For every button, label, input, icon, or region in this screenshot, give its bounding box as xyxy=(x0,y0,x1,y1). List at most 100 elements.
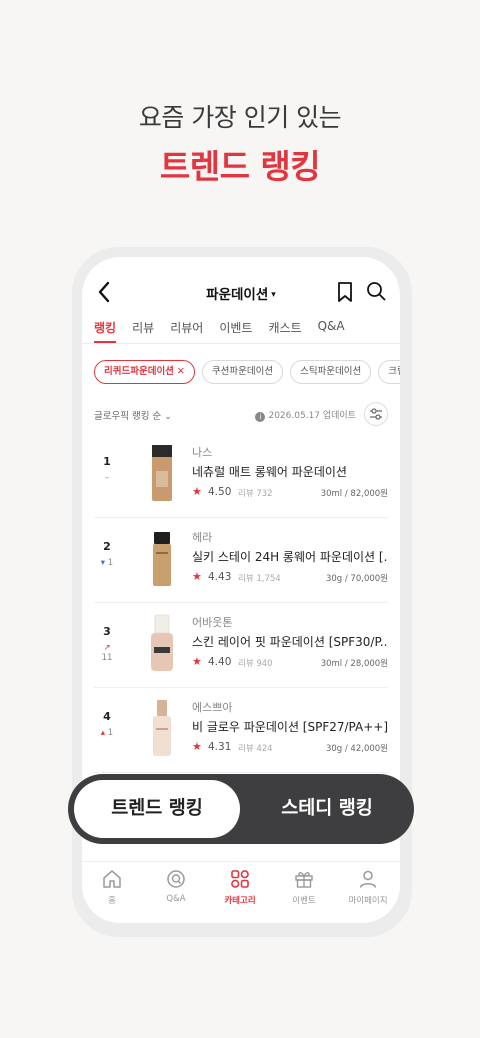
product-meta: ★ 4.50 리뷰 732 30ml / 82,000원 xyxy=(192,485,388,499)
person-icon xyxy=(359,870,377,888)
nav-mypage[interactable]: 마이페이지 xyxy=(338,868,398,906)
rank-number: 4 xyxy=(103,710,111,723)
rank-number: 2 xyxy=(103,540,111,553)
chip-stick-foundation[interactable]: 스틱파운데이션 xyxy=(290,360,372,384)
product-meta: ★ 4.31 리뷰 424 30g / 42,000원 xyxy=(192,740,388,754)
ranking-list: 1 – 나스 네츄럴 매트 롱웨어 파운데이션 ★ 4.50 리뷰 732 30… xyxy=(94,433,388,773)
rank-change-value: – xyxy=(104,473,110,483)
star-icon: ★ xyxy=(192,570,202,583)
filter-chips: 리퀴드파운데이션✕ 쿠션파운데이션 스틱파운데이션 크림 xyxy=(94,360,400,384)
nav-label: 마이페이지 xyxy=(348,896,388,906)
product-brand: 어바웃톤 xyxy=(192,616,233,629)
product-image[interactable] xyxy=(134,528,190,588)
product-rating: 4.43 xyxy=(208,571,232,583)
close-icon[interactable]: ✕ xyxy=(177,366,185,377)
filter-settings-button[interactable] xyxy=(364,402,388,426)
bookmark-icon[interactable] xyxy=(336,281,354,303)
rank-number: 1 xyxy=(103,455,111,468)
promo-title: 트렌드 랭킹 xyxy=(159,147,321,186)
nav-label: 카테고리 xyxy=(224,896,256,906)
sort-bar: 글로우픽 랭킹 순 ⌄ i 2026.05.17 업데이트 xyxy=(94,402,388,426)
star-icon: ★ xyxy=(192,740,202,753)
tab-qa[interactable]: Q&A xyxy=(318,319,345,343)
tab-bar: 랭킹 리뷰 리뷰어 이벤트 캐스트 Q&A xyxy=(94,319,361,343)
review-count: 리뷰 424 xyxy=(238,744,273,754)
rank-change: ▾ 1 xyxy=(96,558,118,568)
product-rating: 4.31 xyxy=(208,741,232,753)
home-icon xyxy=(103,870,121,888)
chevron-down-icon: ▾ xyxy=(271,290,276,300)
product-meta: ★ 4.40 리뷰 940 30ml / 28,000원 xyxy=(192,655,388,669)
product-brand: 헤라 xyxy=(192,531,213,544)
star-icon: ★ xyxy=(192,655,202,668)
gift-icon xyxy=(295,872,313,888)
rank-change: – xyxy=(96,473,118,483)
product-price: 30ml / 82,000원 xyxy=(320,489,388,499)
nav-label: 홈 xyxy=(108,896,116,906)
chip-liquid-foundation[interactable]: 리퀴드파운데이션 ✕ xyxy=(94,360,195,384)
page-title-text: 파운데이션 xyxy=(206,287,269,303)
product-brand: 에스쁘아 xyxy=(192,701,233,714)
search-icon[interactable] xyxy=(366,281,386,301)
category-icon xyxy=(231,870,249,888)
qa-icon xyxy=(167,870,185,888)
rank-change-value: 1 xyxy=(107,558,114,568)
nav-category[interactable]: 카테고리 xyxy=(210,868,270,906)
product-item[interactable]: 3 ↗ 11 어바웃톤 스킨 레이어 핏 파운데이션 [SPF30/P... ★ … xyxy=(94,603,388,688)
sort-label: 글로우픽 랭킹 순 xyxy=(94,411,162,422)
product-name: 실키 스테이 24H 롱웨어 파운데이션 [... xyxy=(192,550,388,564)
product-price: 30g / 42,000원 xyxy=(325,744,388,754)
steady-ranking-button[interactable]: 스테디 랭킹 xyxy=(240,774,414,844)
nav-event[interactable]: 이벤트 xyxy=(274,868,334,906)
ranking-toggle: 트렌드 랭킹 스테디 랭킹 xyxy=(68,774,414,844)
chevron-down-icon: ⌄ xyxy=(164,412,172,422)
product-item[interactable]: 4 ▴ 1 에스쁘아 비 글로우 파운데이션 [SPF27/PA++] ★ 4.… xyxy=(94,688,388,773)
star-icon: ★ xyxy=(192,485,202,498)
sort-dropdown[interactable]: 글로우픽 랭킹 순 ⌄ xyxy=(94,408,172,422)
product-name: 스킨 레이어 핏 파운데이션 [SPF30/P... xyxy=(192,635,388,649)
tab-divider xyxy=(82,343,400,344)
chip-cushion-foundation[interactable]: 쿠션파운데이션 xyxy=(201,360,284,384)
rank-change-value: 11 xyxy=(101,653,113,663)
product-image[interactable] xyxy=(134,698,190,758)
product-brand: 나스 xyxy=(192,446,213,459)
tab-review[interactable]: 리뷰 xyxy=(132,319,154,343)
info-icon: i xyxy=(255,412,266,422)
product-image[interactable] xyxy=(134,613,190,673)
update-date: 2026.05.17 업데이트 xyxy=(268,411,356,421)
nav-qa[interactable]: Q&A xyxy=(146,868,206,904)
top-bar: 파운데이션 ▾ xyxy=(82,277,400,307)
rank-up-icon: ▴ xyxy=(100,728,106,738)
rank-number: 3 xyxy=(103,625,111,638)
product-item[interactable]: 2 ▾ 1 헤라 실키 스테이 24H 롱웨어 파운데이션 [... ★ 4.4… xyxy=(94,518,388,603)
promo-subtitle: 요즘 가장 인기 있는 xyxy=(138,103,342,132)
nav-label: Q&A xyxy=(166,894,186,904)
product-meta: ★ 4.43 리뷰 1,754 30g / 70,000원 xyxy=(192,570,388,584)
tab-event[interactable]: 이벤트 xyxy=(219,319,252,343)
tab-reviewer[interactable]: 리뷰어 xyxy=(170,319,203,343)
rank-change: ▴ 1 xyxy=(96,728,118,738)
chip-cream[interactable]: 크림 xyxy=(378,360,400,384)
product-name: 비 글로우 파운데이션 [SPF27/PA++] xyxy=(192,720,388,734)
product-price: 30g / 70,000원 xyxy=(325,574,388,584)
nav-home[interactable]: 홈 xyxy=(82,868,142,906)
tab-ranking[interactable]: 랭킹 xyxy=(94,319,117,343)
nav-label: 이벤트 xyxy=(292,896,316,906)
product-item[interactable]: 1 – 나스 네츄럴 매트 롱웨어 파운데이션 ★ 4.50 리뷰 732 30… xyxy=(94,433,388,518)
rank-down-icon: ▾ xyxy=(100,558,106,568)
update-info: i 2026.05.17 업데이트 xyxy=(255,408,356,422)
rank-change-value: 1 xyxy=(107,728,114,738)
sliders-icon xyxy=(370,408,382,420)
product-price: 30ml / 28,000원 xyxy=(320,659,388,669)
rank-change: ↗ 11 xyxy=(96,643,118,663)
product-image[interactable] xyxy=(134,443,190,503)
product-rating: 4.40 xyxy=(208,656,232,668)
bottom-nav: 홈 Q&A 카테고리 이벤트 마이페이지 xyxy=(82,861,400,923)
trending-up-icon: ↗ xyxy=(103,643,111,653)
product-rating: 4.50 xyxy=(208,486,232,498)
trend-ranking-button[interactable]: 트렌드 랭킹 xyxy=(74,780,240,838)
chip-label: 리퀴드파운데이션 xyxy=(104,366,174,377)
review-count: 리뷰 940 xyxy=(238,659,273,669)
review-count: 리뷰 732 xyxy=(238,489,273,499)
tab-cast[interactable]: 캐스트 xyxy=(268,319,301,343)
